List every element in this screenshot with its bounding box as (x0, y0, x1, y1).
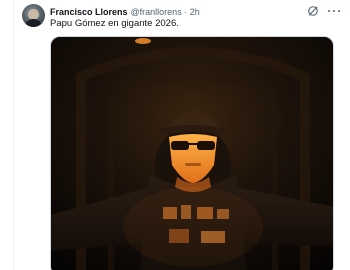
avatar[interactable] (22, 4, 45, 27)
tweet-header: Francisco Llorens @franllorens · 2h (50, 5, 200, 19)
avatar-body (25, 19, 42, 27)
media-image (51, 37, 333, 270)
left-divider (13, 0, 14, 270)
distant-light (135, 38, 151, 44)
tweet-text: Papu Gómez en gigante 2026. (50, 18, 179, 29)
tweet-card[interactable]: Francisco Llorens @franllorens · 2h Papu… (0, 0, 350, 270)
grok-icon[interactable] (307, 5, 319, 17)
more-icon[interactable] (327, 5, 341, 17)
header-separator: · (183, 7, 187, 17)
more-dot (332, 9, 336, 13)
more-dot (328, 9, 331, 13)
author-handle[interactable]: @franllorens (131, 7, 182, 17)
tweet-media-video[interactable] (50, 36, 334, 270)
author-name[interactable]: Francisco Llorens (50, 7, 128, 17)
tweet-timestamp[interactable]: 2h (190, 7, 200, 17)
more-dot (337, 9, 340, 13)
